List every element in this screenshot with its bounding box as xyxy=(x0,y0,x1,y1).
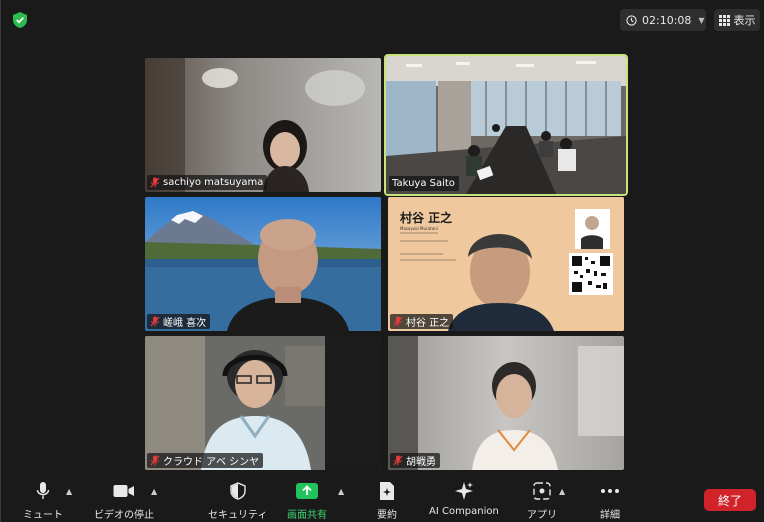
apps-button[interactable]: アプリ xyxy=(527,480,557,521)
participant-video xyxy=(388,336,624,470)
mute-button[interactable]: ミュート xyxy=(23,480,63,521)
slide-name-en: Masayuki Muratani xyxy=(400,226,438,231)
video-options-chevron-up-icon[interactable]: ▲ xyxy=(151,487,157,496)
mic-muted-icon xyxy=(393,316,403,327)
mic-muted-icon xyxy=(150,316,160,327)
share-screen-button[interactable]: 画面共有 xyxy=(287,480,327,521)
apps-icon xyxy=(533,482,551,500)
apps-options-chevron-up-icon[interactable]: ▲ xyxy=(559,487,565,496)
participant-name-tag: sachiyo matsuyama xyxy=(147,175,268,190)
summary-button[interactable]: 要約 xyxy=(377,480,397,521)
clock-icon xyxy=(626,14,637,26)
video-tile[interactable]: sachiyo matsuyama xyxy=(145,58,381,192)
participant-video xyxy=(145,336,381,470)
meeting-toolbar: ミュート ▲ ビデオの停止 ▲ セキュリティ 画面共有 ▲ 要約 AI Comp… xyxy=(1,474,764,522)
mic-muted-icon xyxy=(393,455,403,466)
video-camera-icon xyxy=(113,485,134,497)
more-dots-icon xyxy=(601,489,619,493)
ai-companion-button[interactable]: AI Companion xyxy=(429,480,499,517)
share-options-chevron-up-icon[interactable]: ▲ xyxy=(338,487,344,496)
document-sparkle-icon xyxy=(380,482,394,500)
meeting-timer[interactable]: 02:10:08 ▼ xyxy=(620,9,706,31)
mic-muted-icon xyxy=(150,177,160,188)
share-screen-icon xyxy=(296,483,318,499)
video-tile[interactable]: クラウド アベ シンヤ xyxy=(145,336,381,470)
encryption-shield-icon[interactable] xyxy=(12,11,28,29)
stop-video-button[interactable]: ビデオの停止 xyxy=(94,480,154,521)
view-button[interactable]: 表示 xyxy=(714,9,760,31)
video-tile[interactable]: 村谷 正之 Masayuki Muratani 村谷 正之 xyxy=(388,197,624,331)
view-label: 表示 xyxy=(733,14,756,27)
slide-name-jp: 村谷 正之 xyxy=(400,211,453,225)
video-tile[interactable]: 胡戦勇 xyxy=(388,336,624,470)
mute-options-chevron-up-icon[interactable]: ▲ xyxy=(66,487,72,496)
participant-video xyxy=(145,197,381,331)
zoom-meeting-window: 02:10:08 ▼ 表示 sachiyo matsuyama Takuya S… xyxy=(0,0,764,522)
more-button[interactable]: 詳細 xyxy=(600,480,620,521)
video-tile[interactable]: 嵯峨 喜次 xyxy=(145,197,381,331)
security-button[interactable]: セキュリティ xyxy=(208,480,267,521)
shield-icon xyxy=(230,482,246,500)
participant-name-tag: Takuya Saito xyxy=(389,176,459,191)
participant-video xyxy=(145,58,381,192)
video-tile-active-speaker[interactable]: Takuya Saito xyxy=(384,54,628,196)
end-meeting-button[interactable]: 終了 xyxy=(704,489,756,511)
chevron-down-icon: ▼ xyxy=(698,15,705,25)
microphone-icon xyxy=(36,482,50,499)
participant-name-tag: クラウド アベ シンヤ xyxy=(147,453,264,468)
participant-video xyxy=(386,56,626,194)
sparkle-icon xyxy=(454,482,473,500)
elapsed-time: 02:10:08 xyxy=(642,13,692,27)
grid-icon xyxy=(718,14,730,26)
participant-name-tag: 胡戦勇 xyxy=(390,453,440,468)
participant-name-tag: 村谷 正之 xyxy=(390,314,454,329)
participant-name-tag: 嵯峨 喜次 xyxy=(147,314,211,329)
mic-muted-icon xyxy=(150,455,160,466)
